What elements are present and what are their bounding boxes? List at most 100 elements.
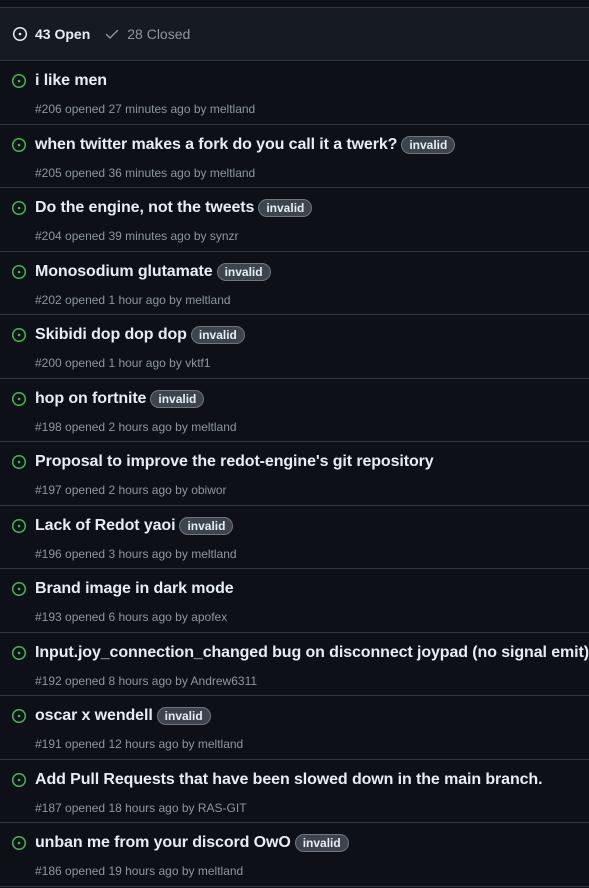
opened-text: opened	[65, 610, 106, 624]
issue-open-icon	[11, 200, 27, 216]
issue-open-icon	[11, 518, 27, 533]
issue-time[interactable]: 18 hours ago	[108, 801, 178, 815]
issue-time[interactable]: 12 hours ago	[108, 737, 178, 751]
opened-text: opened	[65, 546, 106, 561]
issue-row[interactable]: Do the engine, not the tweets invalid #204…	[0, 188, 589, 252]
issue-author-link[interactable]: meltland	[210, 102, 255, 116]
issue-author-link[interactable]: meltland	[191, 547, 236, 561]
open-count-label: 43 Open	[35, 26, 91, 42]
issue-time[interactable]: 2 hours ago	[108, 483, 171, 497]
issue-meta: #191 opened 12 hours ago by meltland	[35, 737, 243, 751]
open-issues-tab[interactable]: 43 Open	[12, 22, 90, 46]
issue-open-icon	[11, 391, 27, 406]
issue-title-line: Proposal to improve the redot-engine's g…	[35, 453, 585, 471]
opened-text: opened	[65, 483, 106, 497]
issue-open-icon	[11, 645, 27, 660]
check-icon	[106, 29, 119, 39]
by-text: by	[175, 673, 188, 688]
issue-open-icon	[11, 264, 27, 279]
issue-row[interactable]: Proposal to improve the redot-engine's g…	[0, 442, 589, 506]
by-text: by	[175, 546, 188, 561]
issue-label-invalid[interactable]: invalid	[190, 326, 245, 344]
issue-author-link[interactable]: meltland	[210, 166, 255, 180]
issue-row[interactable]: Brand image in dark mode #193 opened 6 ho…	[0, 569, 589, 633]
issue-author-link[interactable]: obiwor	[191, 483, 226, 497]
issue-open-icon	[11, 137, 27, 152]
issue-open-icon	[11, 708, 27, 724]
issue-author-link[interactable]: Andrew6311	[191, 674, 258, 688]
issue-author-link[interactable]: meltland	[198, 737, 243, 751]
issue-title-link[interactable]: Monosodium glutamate	[35, 263, 213, 281]
issue-author-link[interactable]: RAS-GIT	[198, 801, 247, 815]
issue-title-line: Do the engine, not the tweets invalid	[35, 199, 585, 217]
issue-time[interactable]: 36 minutes ago	[108, 166, 190, 180]
issue-author-link[interactable]: meltland	[185, 293, 230, 307]
opened-text: opened	[65, 800, 106, 815]
issue-row[interactable]: Add Pull Requests that have been slowed …	[0, 760, 589, 823]
issue-open-icon	[11, 835, 27, 851]
issue-title-link[interactable]: Lack of Redot yaoi	[35, 517, 176, 535]
issue-author-link[interactable]: apofex	[191, 610, 227, 624]
issue-open-icon	[11, 73, 27, 89]
issue-title-link[interactable]: Add Pull Requests that have been slowed …	[35, 771, 543, 789]
issue-title-link[interactable]: Do the engine, not the tweets	[35, 199, 254, 217]
issue-title-line: Input.joy_connection_changed bug on disc…	[35, 644, 589, 662]
issue-title-link[interactable]: unban me from your discord OwO	[35, 834, 291, 852]
opened-text: opened	[65, 165, 106, 180]
issue-time[interactable]: 6 hours ago	[108, 610, 171, 624]
closed-count-label: 28 Closed	[127, 26, 191, 42]
issue-author-link[interactable]: vktf1	[185, 356, 210, 370]
issue-title-line: Monosodium glutamate invalid	[35, 262, 585, 281]
issue-row[interactable]: i like men #206 opened 27 minutes ago by …	[0, 61, 589, 125]
issue-title-link[interactable]: i like men	[35, 72, 107, 90]
issue-meta: #193 opened 6 hours ago by apofex	[35, 610, 227, 624]
issue-author-link[interactable]: meltland	[198, 864, 243, 878]
issue-time[interactable]: 2 hours ago	[108, 420, 171, 434]
issue-label-invalid[interactable]: invalid	[401, 135, 456, 154]
issue-title-link[interactable]: hop on fortnite	[35, 390, 146, 408]
issue-time[interactable]: 19 hours ago	[108, 864, 178, 878]
issue-title-link[interactable]: Brand image in dark mode	[35, 580, 234, 598]
issue-label-invalid[interactable]: invalid	[294, 834, 349, 852]
issue-time[interactable]: 1 hour ago	[108, 293, 165, 307]
issue-row[interactable]: Input.joy_connection_changed bug on disc…	[0, 633, 589, 696]
issue-row[interactable]: unban me from your discord OwO invalid #18…	[0, 823, 589, 887]
issue-time[interactable]: 27 minutes ago	[108, 102, 190, 116]
issue-label-invalid[interactable]: invalid	[179, 516, 234, 535]
issue-number: #192	[35, 673, 62, 688]
by-text: by	[181, 800, 195, 815]
issue-time[interactable]: 8 hours ago	[108, 674, 171, 688]
issue-label-invalid[interactable]: invalid	[258, 199, 313, 217]
issue-time[interactable]: 1 hour ago	[108, 356, 165, 370]
issue-number: #191	[35, 737, 62, 751]
by-text: by	[193, 102, 207, 116]
issue-row[interactable]: oscar x wendell invalid #191 opened 12 hou…	[0, 696, 589, 760]
issue-row[interactable]: hop on fortnite invalid #198 opened 2 hour…	[0, 379, 589, 442]
issue-title-link[interactable]: oscar x wendell	[35, 707, 153, 725]
issue-number: #200	[35, 356, 62, 370]
issue-number: #206	[35, 102, 62, 116]
issue-meta: #206 opened 27 minutes ago by meltland	[35, 102, 255, 116]
issue-meta: #192 opened 8 hours ago by Andrew6311	[35, 674, 257, 688]
issue-label-invalid[interactable]: invalid	[156, 707, 211, 725]
issue-row[interactable]: Monosodium glutamate invalid #202 opened 1…	[0, 252, 589, 315]
issue-meta: #200 opened 1 hour ago by vktf1	[35, 356, 211, 370]
issue-label-invalid[interactable]: invalid	[150, 389, 205, 408]
issue-time[interactable]: 3 hours ago	[108, 547, 171, 561]
issue-author-link[interactable]: synzr	[210, 229, 239, 243]
issue-row[interactable]: Lack of Redot yaoi invalid #196 opened 3 h…	[0, 506, 589, 569]
issue-title-link[interactable]: when twitter makes a fork do you call it…	[35, 136, 397, 154]
issue-row[interactable]: when twitter makes a fork do you call it…	[0, 125, 589, 188]
issue-row[interactable]: Skibidi dop dop dop invalid #200 opened 1 …	[0, 315, 589, 379]
by-text: by	[175, 483, 188, 497]
issue-title-link[interactable]: Skibidi dop dop dop	[35, 326, 187, 344]
closed-issues-tab[interactable]: 28 Closed	[104, 22, 190, 46]
issue-time[interactable]: 39 minutes ago	[108, 229, 190, 243]
issue-meta: #198 opened 2 hours ago by meltland	[35, 420, 237, 434]
issue-title-link[interactable]: Proposal to improve the redot-engine's g…	[35, 453, 434, 471]
issue-title-line: Brand image in dark mode	[35, 580, 585, 598]
opened-text: opened	[65, 356, 106, 370]
issue-author-link[interactable]: meltland	[191, 420, 236, 434]
issue-title-link[interactable]: Input.joy_connection_changed bug on disc…	[35, 644, 589, 662]
issue-label-invalid[interactable]: invalid	[216, 262, 271, 281]
